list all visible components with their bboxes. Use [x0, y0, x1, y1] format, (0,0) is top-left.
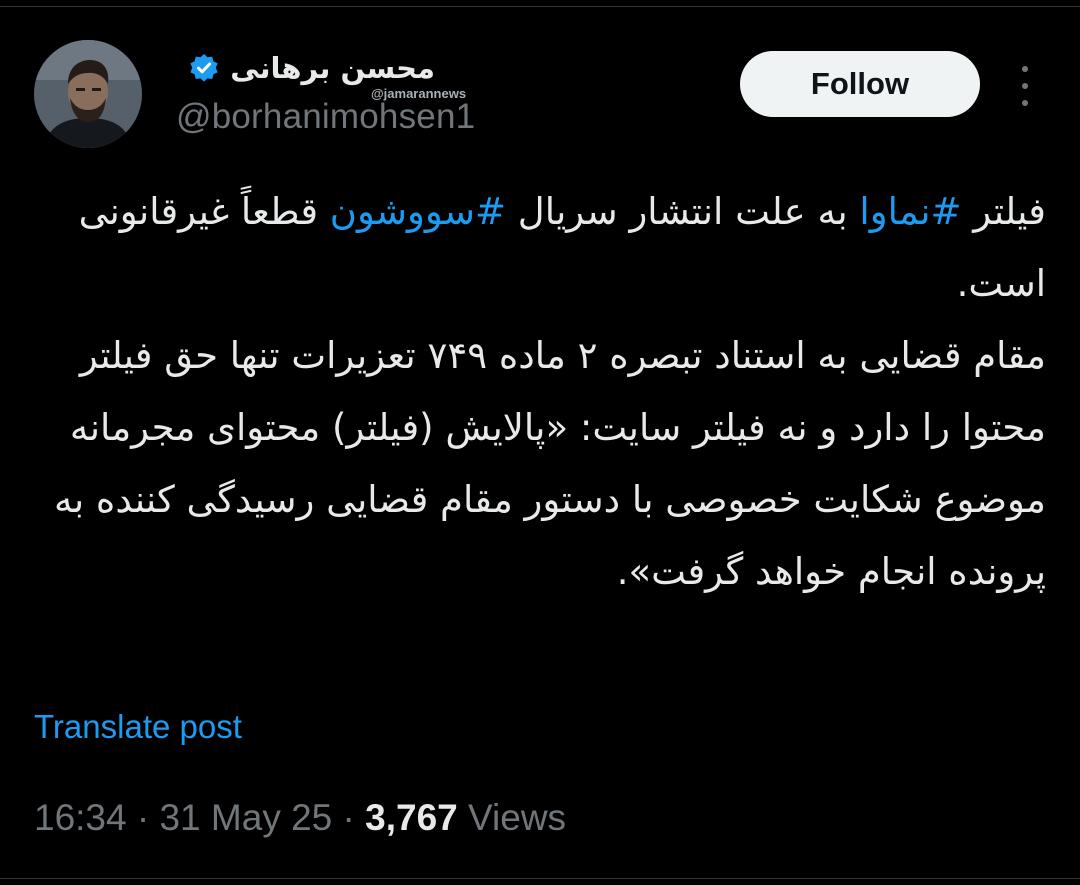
more-dot: [1022, 100, 1028, 106]
more-options-icon[interactable]: [1012, 66, 1038, 106]
tweet-text-segment: به علت انتشار سریال: [506, 190, 860, 233]
bottom-divider: [0, 878, 1080, 879]
hashtag-link-namava[interactable]: #نماوا: [859, 190, 961, 233]
tweet-text-segment: فیلتر: [961, 190, 1046, 233]
top-divider: [0, 6, 1080, 7]
author-handle[interactable]: @borhanimohsen1: [176, 97, 475, 137]
views-label: Views: [457, 797, 567, 838]
verified-badge-icon[interactable]: [188, 52, 220, 84]
translate-post-link[interactable]: Translate post: [34, 708, 242, 746]
tweet-text: فیلتر #نماوا به علت انتشار سریال #سووشون…: [36, 176, 1046, 608]
meta-separator: ·: [332, 797, 366, 838]
meta-separator: ·: [126, 797, 160, 838]
more-dot: [1022, 66, 1028, 72]
tweet-date[interactable]: 31 May 25: [159, 797, 332, 838]
tweet-paragraph-1: فیلتر #نماوا به علت انتشار سریال #سووشون…: [36, 176, 1046, 320]
tweet-time[interactable]: 16:34: [34, 797, 127, 838]
hashtag-link-savushun[interactable]: #سووشون: [330, 190, 506, 233]
views-count[interactable]: 3,767: [365, 797, 458, 838]
more-dot: [1022, 83, 1028, 89]
profile-photo: [34, 40, 142, 148]
tweet-paragraph-2: مقام قضایی به استناد تبصره ۲ ماده ۷۴۹ تع…: [54, 334, 1046, 593]
follow-button[interactable]: Follow: [740, 51, 980, 117]
author-display-name[interactable]: محسن برهانی: [230, 53, 435, 83]
author-name-row: محسن برهانی: [188, 52, 435, 84]
avatar[interactable]: [34, 40, 142, 148]
tweet-metadata: 16:34 · 31 May 25 · 3,767 Views: [34, 797, 566, 839]
